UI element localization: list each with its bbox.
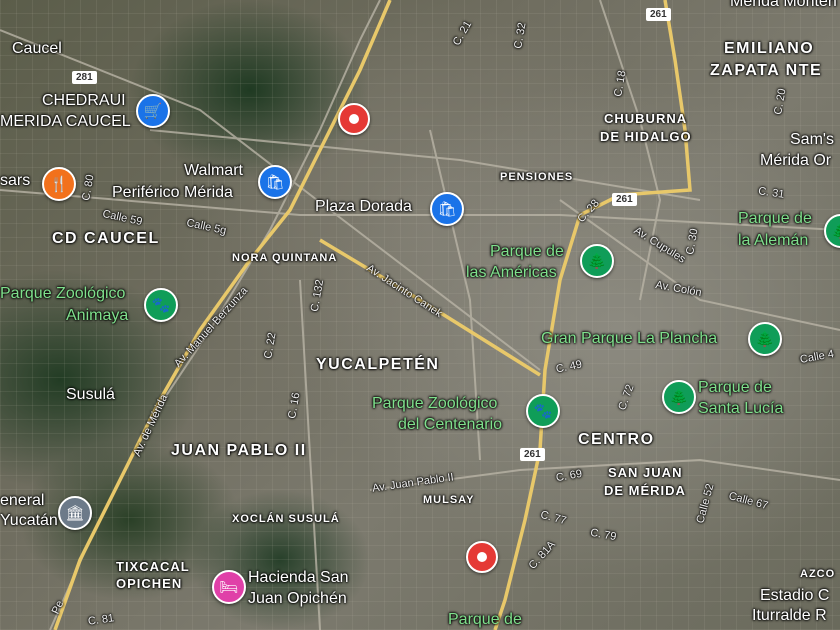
area-emiliano-zapata-line1: EMILIANO <box>724 40 815 57</box>
area-tixcacal-line2: OPICHEN <box>116 576 183 591</box>
tree-icon[interactable]: 🌲 <box>580 244 614 278</box>
park-plancha: Gran Parque La Plancha <box>541 330 718 347</box>
location-marker-icon[interactable] <box>466 541 498 573</box>
place-estadio-line2: Iturralde R <box>752 607 827 624</box>
area-san-juan-line1: SAN JUAN <box>608 465 683 480</box>
park-aleman-line2: la Alemán <box>738 232 809 249</box>
area-cd-caucel: CD CAUCEL <box>52 230 160 247</box>
place-general-line1: eneral <box>0 492 45 509</box>
area-xoclan-susula: XOCLÁN SUSULÁ <box>232 513 340 525</box>
place-chedraui-line1: CHEDRAUI <box>42 92 126 109</box>
highway-shield-261: 261 <box>520 448 545 461</box>
highway-shield-281: 281 <box>72 71 97 84</box>
place-chedraui-line2: MERIDA CAUCEL <box>0 113 131 130</box>
place-merida-oriente: Mérida Or <box>760 152 832 169</box>
place-plaza-dorada: Plaza Dorada <box>315 198 412 215</box>
area-chuburna-line2: DE HIDALGO <box>600 129 692 144</box>
place-walmart-line1: Walmart <box>184 162 243 179</box>
park-zoo-animaya-line1: Parque Zoológico <box>0 285 126 302</box>
park-bottom: Parque de <box>448 611 522 628</box>
area-mulsay: MULSAY <box>423 494 475 506</box>
shopping-bag-icon[interactable]: 🛍 <box>258 165 292 199</box>
area-caucel: Caucel <box>12 40 62 57</box>
park-zoo-animaya-line2: Animaya <box>66 307 129 324</box>
area-susula: Susulá <box>66 386 115 403</box>
satellite-map[interactable]: Caucel CD CAUCEL EMILIANO ZAPATA NTE CHU… <box>0 0 840 630</box>
paw-icon[interactable]: 🐾 <box>526 394 560 428</box>
highway-shield-261: 261 <box>646 8 671 21</box>
place-sars: sars <box>0 172 31 189</box>
area-merida-montejo: Mérida Monten <box>730 0 837 10</box>
park-aleman-line1: Parque de <box>738 210 812 227</box>
place-general-line2: Yucatán <box>0 512 58 529</box>
place-estadio-line1: Estadio C <box>760 587 830 604</box>
paw-icon[interactable]: 🐾 <box>144 288 178 322</box>
shopping-bag-icon[interactable]: 🛍 <box>430 192 464 226</box>
bed-icon[interactable]: 🛏 <box>212 570 246 604</box>
area-pensiones: PENSIONES <box>500 171 574 183</box>
place-hacienda-line1: Hacienda San <box>248 569 349 586</box>
area-yucalpeten: YUCALPETÉN <box>316 356 440 373</box>
area-tixcacal-line1: TIXCACAL <box>116 559 190 574</box>
tree-icon[interactable]: 🌲 <box>748 322 782 356</box>
place-sams: Sam's <box>790 131 834 148</box>
park-americas-line2: las Américas <box>466 264 557 281</box>
park-zoo-centenario-line1: Parque Zoológico <box>372 395 498 412</box>
area-emiliano-zapata-line2: ZAPATA NTE <box>710 62 823 79</box>
park-santa-lucia-line2: Santa Lucía <box>698 400 784 417</box>
museum-icon[interactable]: 🏛 <box>58 496 92 530</box>
area-juan-pablo-ii: JUAN PABLO II <box>171 442 307 459</box>
restaurant-icon[interactable]: 🍴 <box>42 167 76 201</box>
park-zoo-centenario-line2: del Centenario <box>398 416 503 433</box>
place-walmart-line2: Periférico Mérida <box>112 184 233 201</box>
area-azco: AZCO <box>800 568 836 580</box>
location-marker-icon[interactable] <box>338 103 370 135</box>
highway-shield-261: 261 <box>612 193 637 206</box>
area-san-juan-line2: DE MÉRIDA <box>604 483 686 498</box>
park-americas-line1: Parque de <box>490 243 564 260</box>
shopping-cart-icon[interactable]: 🛒 <box>136 94 170 128</box>
area-nora-quintana: NORA QUINTANA <box>232 252 338 264</box>
tree-icon[interactable]: 🌲 <box>662 380 696 414</box>
place-hacienda-line2: Juan Opichén <box>248 590 347 607</box>
area-chuburna-line1: CHUBURNA <box>604 111 688 126</box>
park-santa-lucia-line1: Parque de <box>698 379 772 396</box>
area-centro: CENTRO <box>578 431 655 448</box>
